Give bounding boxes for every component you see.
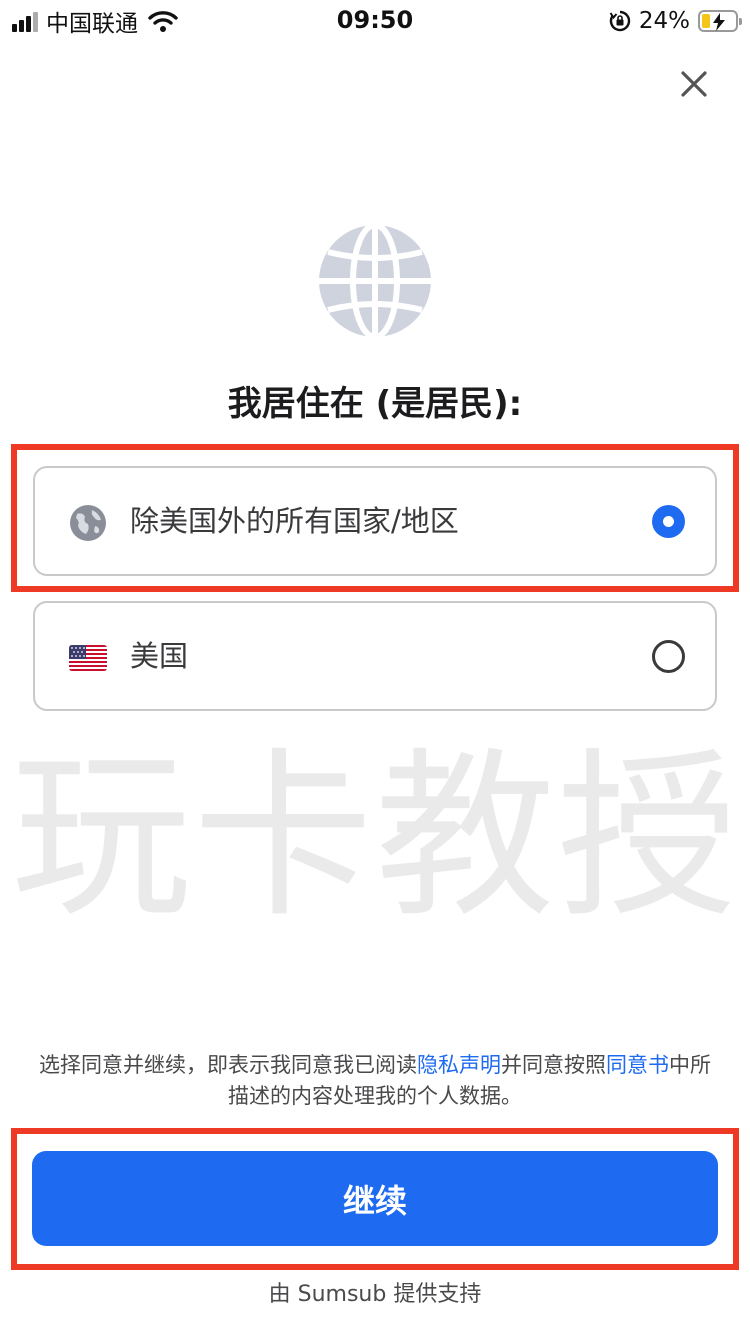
consent-form-link[interactable]: 同意书 (606, 1053, 669, 1077)
globe-icon (319, 224, 431, 338)
us-flag-icon (69, 639, 107, 677)
option-us[interactable]: 美国 (33, 601, 717, 711)
consent-middle: 并同意按照 (501, 1053, 606, 1077)
radio-selected[interactable] (652, 505, 685, 538)
status-bar: 中国联通 09:50 24% (0, 0, 750, 42)
battery-fill (702, 14, 710, 28)
consent-prefix: 选择同意并继续，即表示我同意我已阅读 (39, 1053, 417, 1077)
option-all-except-us[interactable]: 除美国外的所有国家/地区 (33, 466, 717, 576)
close-button[interactable] (672, 62, 716, 106)
battery-charging-icon (698, 10, 742, 32)
consent-text: 选择同意并继续，即表示我同意我已阅读隐私声明并同意按照同意书中所描述的内容处理我… (30, 1050, 720, 1112)
page-title: 我居住在 (是居民): (227, 384, 523, 424)
radio-unselected[interactable] (652, 640, 685, 673)
close-icon (681, 71, 707, 97)
battery-percent: 24% (638, 8, 690, 34)
powered-by-text: 由 Sumsub 提供支持 (268, 1282, 482, 1307)
privacy-notice-link[interactable]: 隐私声明 (417, 1053, 501, 1077)
option-label: 除美国外的所有国家/地区 (130, 504, 459, 538)
orientation-lock-icon (609, 10, 631, 32)
option-label: 美国 (130, 639, 189, 673)
charging-bolt-icon (713, 13, 725, 31)
status-right: 24% (609, 6, 742, 36)
watermark: 玩卡教授 (10, 733, 739, 942)
continue-button[interactable]: 继续 (32, 1151, 718, 1246)
globe-icon (69, 504, 107, 542)
